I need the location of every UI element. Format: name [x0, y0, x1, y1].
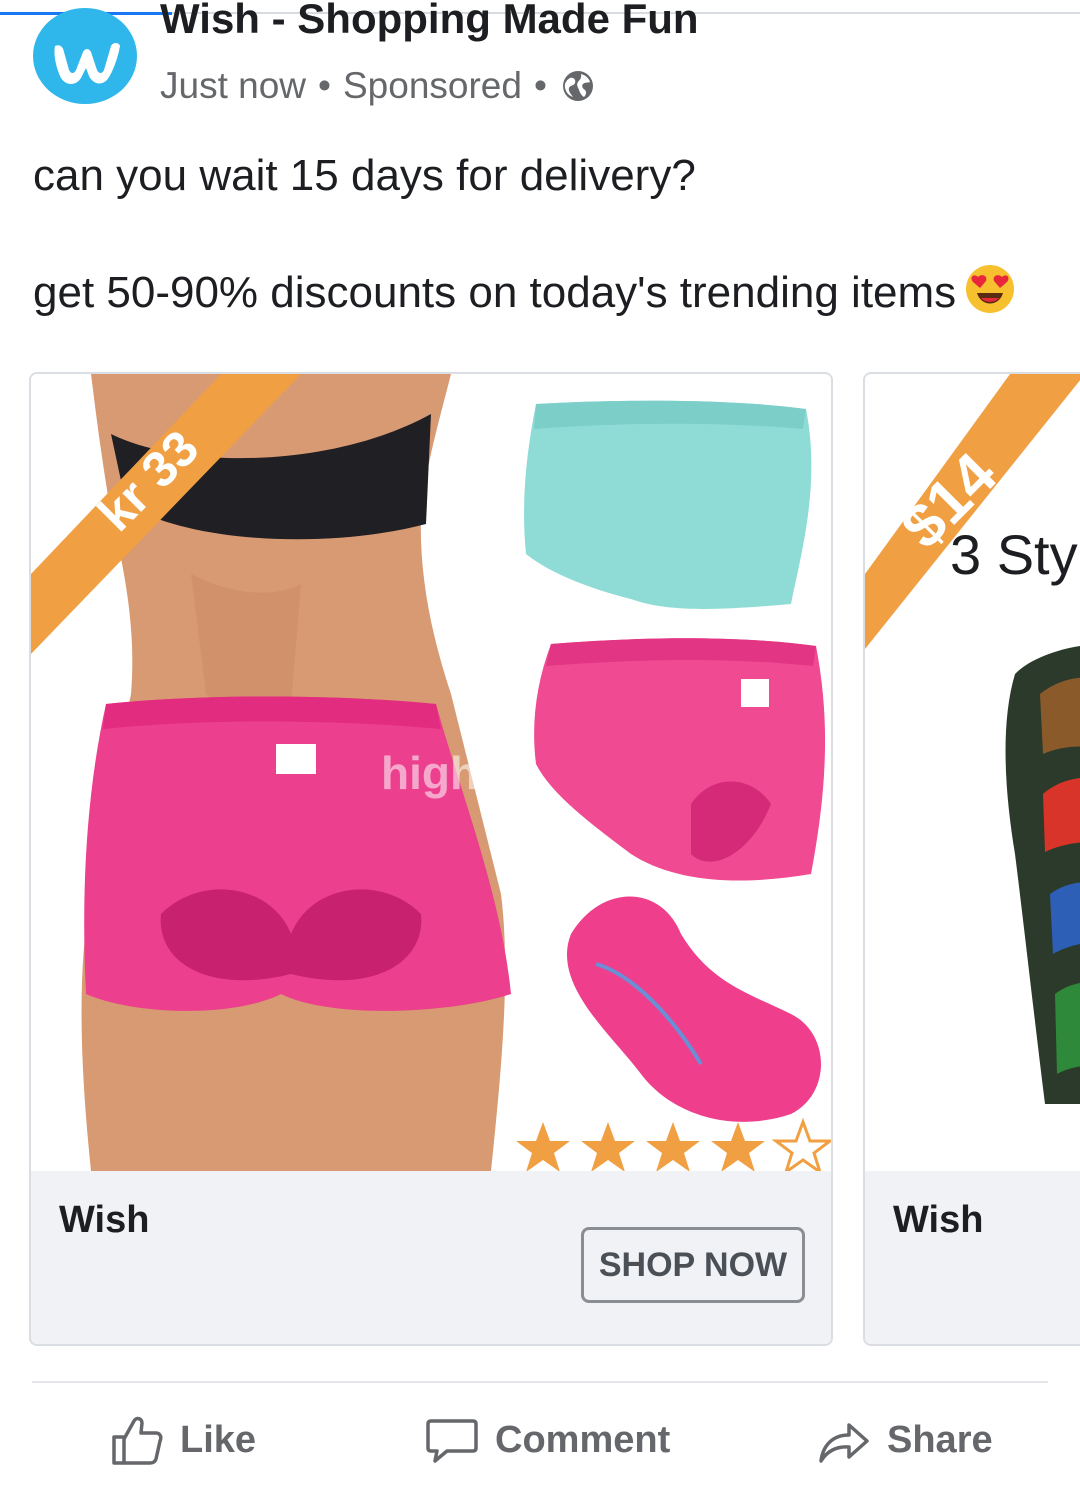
product-image[interactable]: $14 3 Sty	[865, 374, 1080, 1171]
meta-separator: •	[533, 65, 547, 106]
shop-now-button[interactable]: SHOP NOW	[581, 1227, 805, 1303]
like-label: Like	[180, 1418, 257, 1461]
carousel-card[interactable]: $14 3 Sty Wish	[863, 372, 1080, 1346]
post-time[interactable]: Just now	[160, 64, 306, 108]
card-title: Wish	[893, 1199, 984, 1241]
card-title: Wish	[59, 1199, 150, 1241]
thumbs-up-icon	[112, 1416, 163, 1465]
carousel-card[interactable]: high kr 33 Wish SHOP NOW	[29, 372, 833, 1346]
actions-divider	[32, 1381, 1048, 1383]
card-footer: Wish SHOP NOW	[31, 1171, 831, 1344]
card-footer: Wish	[865, 1171, 1080, 1344]
comment-button[interactable]: Comment	[425, 1408, 670, 1472]
product-image[interactable]: high kr 33	[31, 374, 831, 1171]
product-photo: $14 3 Sty	[865, 374, 1080, 1171]
meta-separator: •	[318, 65, 331, 106]
post-text-line-1: can you wait 15 days for delivery?	[33, 151, 696, 200]
share-label: Share	[887, 1418, 993, 1461]
comment-label: Comment	[495, 1418, 671, 1461]
page-name[interactable]: Wish - Shopping Made Fun	[160, 0, 699, 44]
post-meta: Just now • Sponsored •	[160, 64, 595, 108]
globe-icon	[562, 71, 593, 101]
product-carousel[interactable]: high kr 33 Wish SHOP NOW $14 3 Sty Wish	[0, 372, 1080, 1346]
product-photo: high kr 33	[31, 374, 831, 1171]
comment-bubble-icon	[426, 1419, 478, 1463]
post-header: Wish - Shopping Made Fun Just now • Spon…	[0, 0, 1080, 120]
like-button[interactable]: Like	[110, 1408, 256, 1472]
post-text-line-2: get 50-90% discounts on today's trending…	[33, 263, 1053, 321]
wish-logo-icon	[54, 43, 120, 84]
heart-eyes-emoji-icon	[966, 265, 1015, 313]
share-arrow-icon	[819, 1423, 869, 1463]
sponsored-label[interactable]: Sponsored	[343, 64, 522, 108]
post-text-line-2-content: get 50-90% discounts on today's trending…	[33, 268, 957, 317]
overlay-text: 3 Sty	[950, 523, 1078, 586]
page-avatar[interactable]	[33, 8, 137, 104]
share-button[interactable]: Share	[817, 1408, 993, 1472]
watermark-text: high	[381, 747, 478, 799]
